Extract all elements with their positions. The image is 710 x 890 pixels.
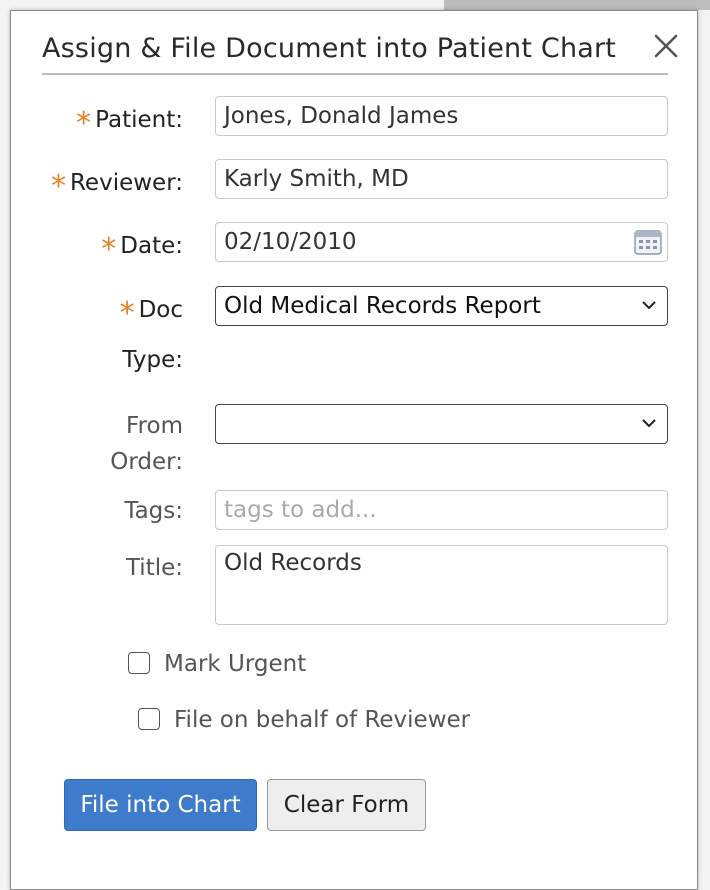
required-marker: * [76, 106, 92, 141]
title-textarea[interactable]: Old Records [215, 545, 668, 625]
file-on-behalf-row[interactable]: File on behalf of Reviewer [138, 705, 470, 735]
mark-urgent-row[interactable]: Mark Urgent [128, 649, 306, 679]
doc-type-label: * Doc Type: [119, 296, 183, 374]
assign-file-dialog: Assign & File Document into Patient Char… [10, 10, 698, 890]
doc-type-value: Old Medical Records Report [224, 293, 541, 319]
chevron-down-icon [642, 419, 656, 428]
clear-form-button[interactable]: Clear Form [267, 779, 426, 831]
mark-urgent-label: Mark Urgent [164, 651, 307, 677]
backdrop-panel [444, 0, 710, 10]
file-on-behalf-label: File on behalf of Reviewer [174, 707, 471, 733]
mark-urgent-checkbox[interactable] [128, 652, 150, 674]
close-icon [654, 34, 678, 58]
patient-field[interactable]: Jones, Donald James [215, 96, 668, 136]
file-on-behalf-checkbox[interactable] [138, 708, 160, 730]
required-marker: * [119, 296, 135, 331]
title-label: Title: [125, 555, 183, 581]
close-button[interactable] [649, 29, 683, 63]
required-marker: * [50, 169, 66, 204]
from-order-select[interactable] [215, 404, 668, 444]
dialog-title: Assign & File Document into Patient Char… [42, 33, 617, 64]
required-marker: * [101, 232, 117, 267]
chevron-down-icon [642, 301, 656, 310]
reviewer-field[interactable]: Karly Smith, MD [215, 159, 668, 199]
title-divider [42, 73, 668, 75]
tags-input[interactable]: tags to add... [215, 490, 668, 530]
date-field[interactable]: 02/10/2010 [215, 222, 668, 262]
file-into-chart-button[interactable]: File into Chart [64, 779, 257, 831]
doc-type-select[interactable]: Old Medical Records Report [215, 286, 668, 326]
from-order-label: From Order: [110, 413, 183, 475]
calendar-icon[interactable] [633, 228, 663, 256]
reviewer-label: * Reviewer: [50, 169, 183, 204]
date-label: * Date: [101, 232, 183, 267]
date-value: 02/10/2010 [224, 229, 357, 255]
tags-label: Tags: [124, 498, 183, 524]
patient-label: * Patient: [76, 106, 183, 141]
